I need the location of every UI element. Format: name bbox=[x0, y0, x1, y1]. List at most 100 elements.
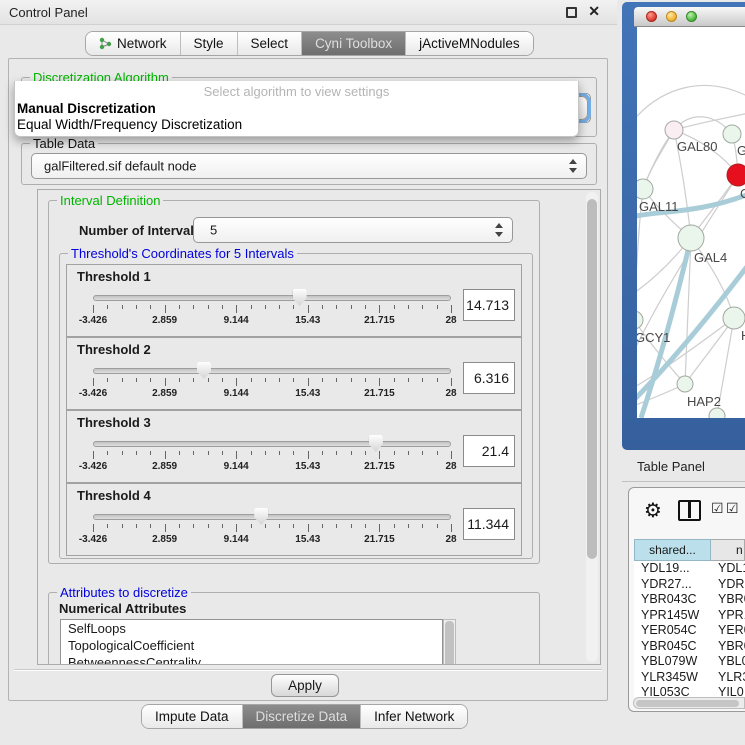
algorithm-option-manual[interactable]: Manual Discretization bbox=[17, 101, 156, 116]
cell-name: YLR3 bbox=[711, 670, 745, 686]
cell-name: YBL0 bbox=[711, 654, 745, 670]
tab-network[interactable]: Network bbox=[86, 32, 181, 55]
slider-tick-labels: -3.4262.8599.14415.4321.71528 bbox=[93, 534, 451, 546]
threshold-value-field[interactable]: 14.713 bbox=[463, 289, 515, 321]
table-horizontal-scrollbar[interactable] bbox=[633, 697, 745, 709]
algorithm-dropdown-prompt: Select algorithm to view settings bbox=[15, 84, 578, 99]
table-row[interactable]: YDR27...YDR2 bbox=[634, 577, 745, 593]
table-data-combobox[interactable]: galFiltered.sif default node bbox=[31, 153, 587, 179]
settings-scrollbar[interactable] bbox=[586, 192, 598, 662]
tick-label: 15.43 bbox=[295, 461, 320, 472]
tab-impute-data[interactable]: Impute Data bbox=[142, 705, 243, 728]
network-node-gal4[interactable] bbox=[678, 225, 704, 251]
column-header-shared[interactable]: shared... bbox=[634, 539, 711, 561]
threshold-slider-thumb[interactable] bbox=[197, 362, 211, 379]
settings-scrollpane: Interval Definition Number of Intervals … bbox=[37, 189, 601, 665]
tick-label: 15.43 bbox=[295, 534, 320, 545]
tick-label: 21.715 bbox=[364, 388, 395, 399]
tick-label: -3.426 bbox=[79, 534, 107, 545]
number-of-intervals-combobox[interactable]: 5 bbox=[193, 217, 513, 243]
threshold-value-field[interactable]: 21.4 bbox=[463, 435, 515, 467]
cell-name: YDL1 bbox=[711, 561, 745, 577]
network-node-label: H bbox=[741, 328, 745, 343]
threshold-slider-track[interactable] bbox=[93, 514, 451, 520]
attributes-list-scrollbar[interactable] bbox=[443, 619, 456, 665]
cyni-toolbox-panel: Discretization Algorithm Select algorith… bbox=[8, 58, 608, 701]
tab-select[interactable]: Select bbox=[238, 32, 303, 55]
network-edge[interactable] bbox=[685, 318, 734, 384]
network-node-label: GCY1 bbox=[637, 330, 670, 345]
table-row[interactable]: YDL19...YDL1 bbox=[634, 561, 745, 577]
bottom-tabbar: Impute Data Discretize Data Infer Network bbox=[141, 704, 468, 729]
network-node-hap2[interactable] bbox=[677, 376, 693, 392]
mac-close-icon[interactable] bbox=[646, 11, 657, 22]
slider-tick-labels: -3.4262.8599.14415.4321.71528 bbox=[93, 388, 451, 400]
tab-jactivemnodules[interactable]: jActiveMNodules bbox=[406, 32, 533, 55]
network-node-g[interactable] bbox=[723, 125, 741, 143]
checkbox-icon[interactable]: ☑ bbox=[711, 501, 724, 517]
tab-discretize-data[interactable]: Discretize Data bbox=[243, 705, 362, 728]
split-columns-icon[interactable] bbox=[678, 500, 701, 521]
threshold-slider-track[interactable] bbox=[93, 368, 451, 374]
threshold-slider-track[interactable] bbox=[93, 295, 451, 301]
network-node-gal11[interactable] bbox=[637, 179, 653, 199]
network-view-window: GAL80GCGAL11GAL4GCY1HHAP2 bbox=[622, 2, 745, 450]
attribute-list-item[interactable]: SelfLoops bbox=[61, 620, 442, 637]
table-row[interactable]: YER054CYER0 bbox=[634, 623, 745, 639]
attribute-list-item[interactable]: BetweennessCentrality bbox=[61, 654, 442, 665]
attribute-list-item[interactable]: TopologicalCoefficient bbox=[61, 637, 442, 654]
threshold-slider-thumb[interactable] bbox=[254, 508, 268, 525]
table-row[interactable]: YIL053CYIL0 bbox=[634, 685, 745, 697]
table-horizontal-scrollbar-thumb[interactable] bbox=[636, 700, 739, 707]
close-icon[interactable]: ✕ bbox=[588, 3, 600, 20]
threshold-value-field[interactable]: 6.316 bbox=[463, 362, 515, 394]
threshold-slider-thumb[interactable] bbox=[369, 435, 383, 452]
column-header-name[interactable]: n bbox=[711, 539, 745, 561]
threshold-slider-track[interactable] bbox=[93, 441, 451, 447]
attributes-group-title: Attributes to discretize bbox=[57, 585, 191, 600]
table-row[interactable]: YBR043CYBR0 bbox=[634, 592, 745, 608]
cell-name: YPR1 bbox=[711, 608, 745, 624]
algorithm-option-equal-width[interactable]: Equal Width/Frequency Discretization bbox=[17, 117, 242, 132]
network-canvas[interactable]: GAL80GCGAL11GAL4GCY1HHAP2 bbox=[637, 27, 745, 418]
table-row[interactable]: YBR045CYBR0 bbox=[634, 639, 745, 655]
network-node[interactable] bbox=[709, 408, 725, 418]
tick-label: 9.144 bbox=[224, 388, 249, 399]
settings-scrollbar-thumb[interactable] bbox=[587, 199, 597, 559]
network-node-gal80[interactable] bbox=[665, 121, 683, 139]
checkbox-icon[interactable]: ☑ bbox=[726, 501, 739, 517]
slider-tick-labels: -3.4262.8599.14415.4321.71528 bbox=[93, 315, 451, 327]
slider-ticks bbox=[93, 378, 451, 387]
network-node-c[interactable] bbox=[727, 164, 745, 186]
table-data-combobox-value: galFiltered.sif default node bbox=[44, 159, 196, 174]
attributes-list-scrollbar-thumb[interactable] bbox=[445, 621, 454, 665]
tick-label: 15.43 bbox=[295, 388, 320, 399]
table-row[interactable]: YLR345WYLR3 bbox=[634, 670, 745, 686]
network-node-label: HAP2 bbox=[687, 394, 721, 409]
slider-ticks bbox=[93, 524, 451, 533]
slider-ticks bbox=[93, 451, 451, 460]
tab-label: Discretize Data bbox=[256, 709, 348, 724]
mac-zoom-icon[interactable] bbox=[686, 11, 697, 22]
control-panel-window: Control Panel ✕ NetworkStyleSelectCyni T… bbox=[0, 0, 617, 745]
threshold-value-field[interactable]: 11.344 bbox=[463, 508, 515, 540]
tab-style[interactable]: Style bbox=[181, 32, 238, 55]
numerical-attributes-list: SelfLoopsTopologicalCoefficientBetweenne… bbox=[60, 619, 443, 665]
gear-icon[interactable]: ⚙ bbox=[644, 498, 662, 522]
tick-label: 15.43 bbox=[295, 315, 320, 326]
threshold-panel-1: Threshold 1-3.4262.8599.14415.4321.71528… bbox=[66, 264, 522, 337]
network-node-gcy1[interactable] bbox=[637, 311, 643, 329]
tab-infer-network[interactable]: Infer Network bbox=[361, 705, 467, 728]
mac-minimize-icon[interactable] bbox=[666, 11, 677, 22]
table-panel-divider bbox=[622, 481, 745, 482]
network-node-h[interactable] bbox=[723, 307, 745, 329]
table-row[interactable]: YBL079WYBL0 bbox=[634, 654, 745, 670]
cell-shared-name: YER054C bbox=[634, 623, 711, 639]
threshold-slider-thumb[interactable] bbox=[293, 289, 307, 306]
float-window-icon[interactable] bbox=[566, 7, 577, 18]
table-row[interactable]: YPR145WYPR1 bbox=[634, 608, 745, 624]
apply-button[interactable]: Apply bbox=[271, 674, 339, 697]
table-panel-window: ⚙ ☑ ☑ shared... n YDL19...YDL1YDR27...YD… bbox=[628, 487, 745, 712]
cell-shared-name: YBR043C bbox=[634, 592, 711, 608]
tab-cyni-toolbox[interactable]: Cyni Toolbox bbox=[302, 32, 406, 55]
